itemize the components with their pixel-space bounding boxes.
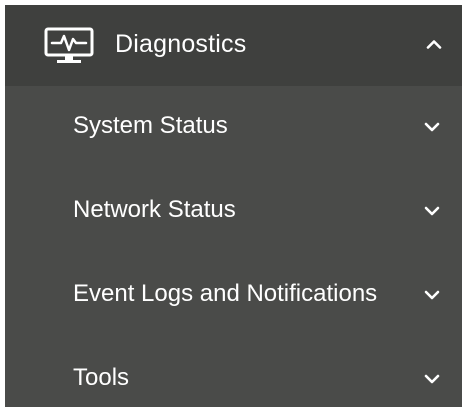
submenu-item-event-logs[interactable]: Event Logs and Notifications [5, 254, 462, 338]
submenu-item-network-status[interactable]: Network Status [5, 170, 462, 254]
chevron-down-icon[interactable] [424, 206, 440, 216]
submenu-item-label: Tools [73, 364, 130, 391]
chevron-up-icon[interactable] [426, 39, 442, 49]
submenu-item-label: System Status [73, 112, 228, 139]
submenu-item-system-status[interactable]: System Status [5, 86, 462, 170]
chevron-down-icon[interactable] [424, 374, 440, 384]
monitor-pulse-icon [44, 27, 94, 63]
diagnostics-menu-panel: Diagnostics System Status Network Status… [5, 5, 462, 407]
submenu-item-label: Network Status [73, 196, 236, 223]
submenu-item-tools[interactable]: Tools [5, 338, 462, 407]
chevron-down-icon[interactable] [424, 290, 440, 300]
diagnostics-title: Diagnostics [115, 30, 247, 58]
chevron-down-icon[interactable] [424, 122, 440, 132]
submenu-item-label: Event Logs and Notifications [73, 280, 378, 307]
diagnostics-menu-header[interactable]: Diagnostics [5, 5, 462, 86]
